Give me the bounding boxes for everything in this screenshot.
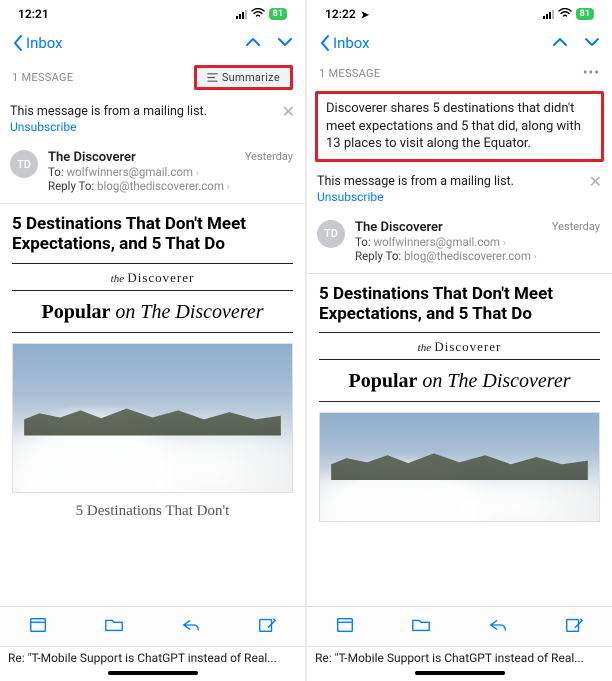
nav-bar: Inbox [307,28,612,59]
move-button[interactable] [411,616,431,638]
battery-badge: 81 [576,8,594,20]
email-body[interactable]: the Discoverer Popular on The Discoverer [307,332,612,522]
to-label: To: [355,235,371,249]
home-indicator[interactable] [415,671,505,675]
unsubscribe-link[interactable]: Unsubscribe [317,190,514,204]
preview-line[interactable]: Re: "T-Mobile Support is ChatGPT instead… [0,646,305,667]
back-label: Inbox [333,34,370,52]
move-button[interactable] [104,616,124,638]
timestamp: Yesterday [245,150,293,163]
compose-button[interactable] [257,616,277,638]
wifi-icon [558,7,572,21]
bottom-toolbar [0,606,305,646]
sender-avatar: TD [10,150,38,178]
message-count-row: 1 MESSAGE ••• [307,59,612,87]
dismiss-notice-button[interactable]: ✕ [581,174,602,190]
popular-heading: Popular on The Discoverer [12,291,293,333]
battery-badge: 81 [269,8,287,20]
preview-line[interactable]: Re: "T-Mobile Support is ChatGPT instead… [307,646,612,667]
status-bar: 12:22 ➤ 81 [307,0,612,28]
chevron-right-icon: › [534,252,537,263]
brand-header: the Discoverer [12,263,293,291]
prev-message-button[interactable] [552,32,568,53]
ai-summary-box[interactable]: Discoverer shares 5 destinations that di… [315,91,604,162]
summarize-button[interactable]: Summarize [194,65,293,90]
compose-button[interactable] [564,616,584,638]
phone-left: 12:21 81 Inbox 1 MESSAGE Summarize [0,0,305,681]
mailing-list-text: This message is from a mailing list. [10,104,207,119]
status-bar: 12:21 81 [0,0,305,28]
reply-to-label: Reply To: [355,249,401,263]
message-count-row: 1 MESSAGE Summarize [0,59,305,96]
unsubscribe-link[interactable]: Unsubscribe [10,120,207,134]
chevron-right-icon: › [503,238,506,249]
message-count: 1 MESSAGE [12,71,73,84]
phone-right: 12:22 ➤ 81 Inbox 1 MESSAGE ••• Disco [307,0,612,681]
location-icon: ➤ [361,10,369,21]
to-value: wolfwinners@gmail.com [374,235,500,249]
archive-button[interactable] [335,616,355,638]
chevron-right-icon: › [196,168,199,179]
reply-to-value: blog@thediscoverer.com [404,249,531,263]
chevron-right-icon: › [227,182,230,193]
back-button[interactable]: Inbox [319,34,370,52]
email-body[interactable]: the Discoverer Popular on The Discoverer… [0,263,305,524]
to-label: To: [48,165,64,179]
mailing-list-notice: This message is from a mailing list. Uns… [317,174,602,214]
dismiss-notice-button[interactable]: ✕ [274,104,295,120]
status-time: 12:21 [18,7,49,21]
hero-image [12,343,293,493]
nav-bar: Inbox [0,28,305,59]
message-count: 1 MESSAGE [319,67,380,80]
chevron-left-icon [319,35,331,51]
subject: 5 Destinations That Don't Meet Expectati… [0,204,305,263]
reply-to-label: Reply To: [48,179,94,193]
mailing-list-notice: This message is from a mailing list. Uns… [10,104,295,144]
timestamp: Yesterday [552,220,600,233]
summarize-icon [207,72,218,83]
message-header[interactable]: TD The Discoverer To: wolfwinners@gmail.… [0,144,305,204]
cellular-icon [543,10,554,19]
status-time: 12:22 [325,7,356,21]
hero-caption: 5 Destinations That Don't [12,493,293,524]
archive-button[interactable] [28,616,48,638]
message-header[interactable]: TD The Discoverer To: wolfwinners@gmail.… [307,214,612,274]
more-button[interactable]: ••• [583,65,600,81]
next-message-button[interactable] [277,32,293,53]
hero-image [319,412,600,522]
chevron-left-icon [12,35,24,51]
back-button[interactable]: Inbox [12,34,63,52]
prev-message-button[interactable] [245,32,261,53]
brand-header: the Discoverer [319,332,600,360]
home-indicator[interactable] [108,671,198,675]
sender-avatar: TD [317,220,345,248]
reply-button[interactable] [488,616,508,638]
next-message-button[interactable] [584,32,600,53]
reply-to-value: blog@thediscoverer.com [97,179,224,193]
mailing-list-text: This message is from a mailing list. [317,174,514,189]
popular-heading: Popular on The Discoverer [319,360,600,402]
cellular-icon [236,10,247,19]
back-label: Inbox [26,34,63,52]
wifi-icon [251,7,265,21]
subject: 5 Destinations That Don't Meet Expectati… [307,274,612,333]
to-value: wolfwinners@gmail.com [67,165,193,179]
bottom-toolbar [307,606,612,646]
reply-button[interactable] [181,616,201,638]
